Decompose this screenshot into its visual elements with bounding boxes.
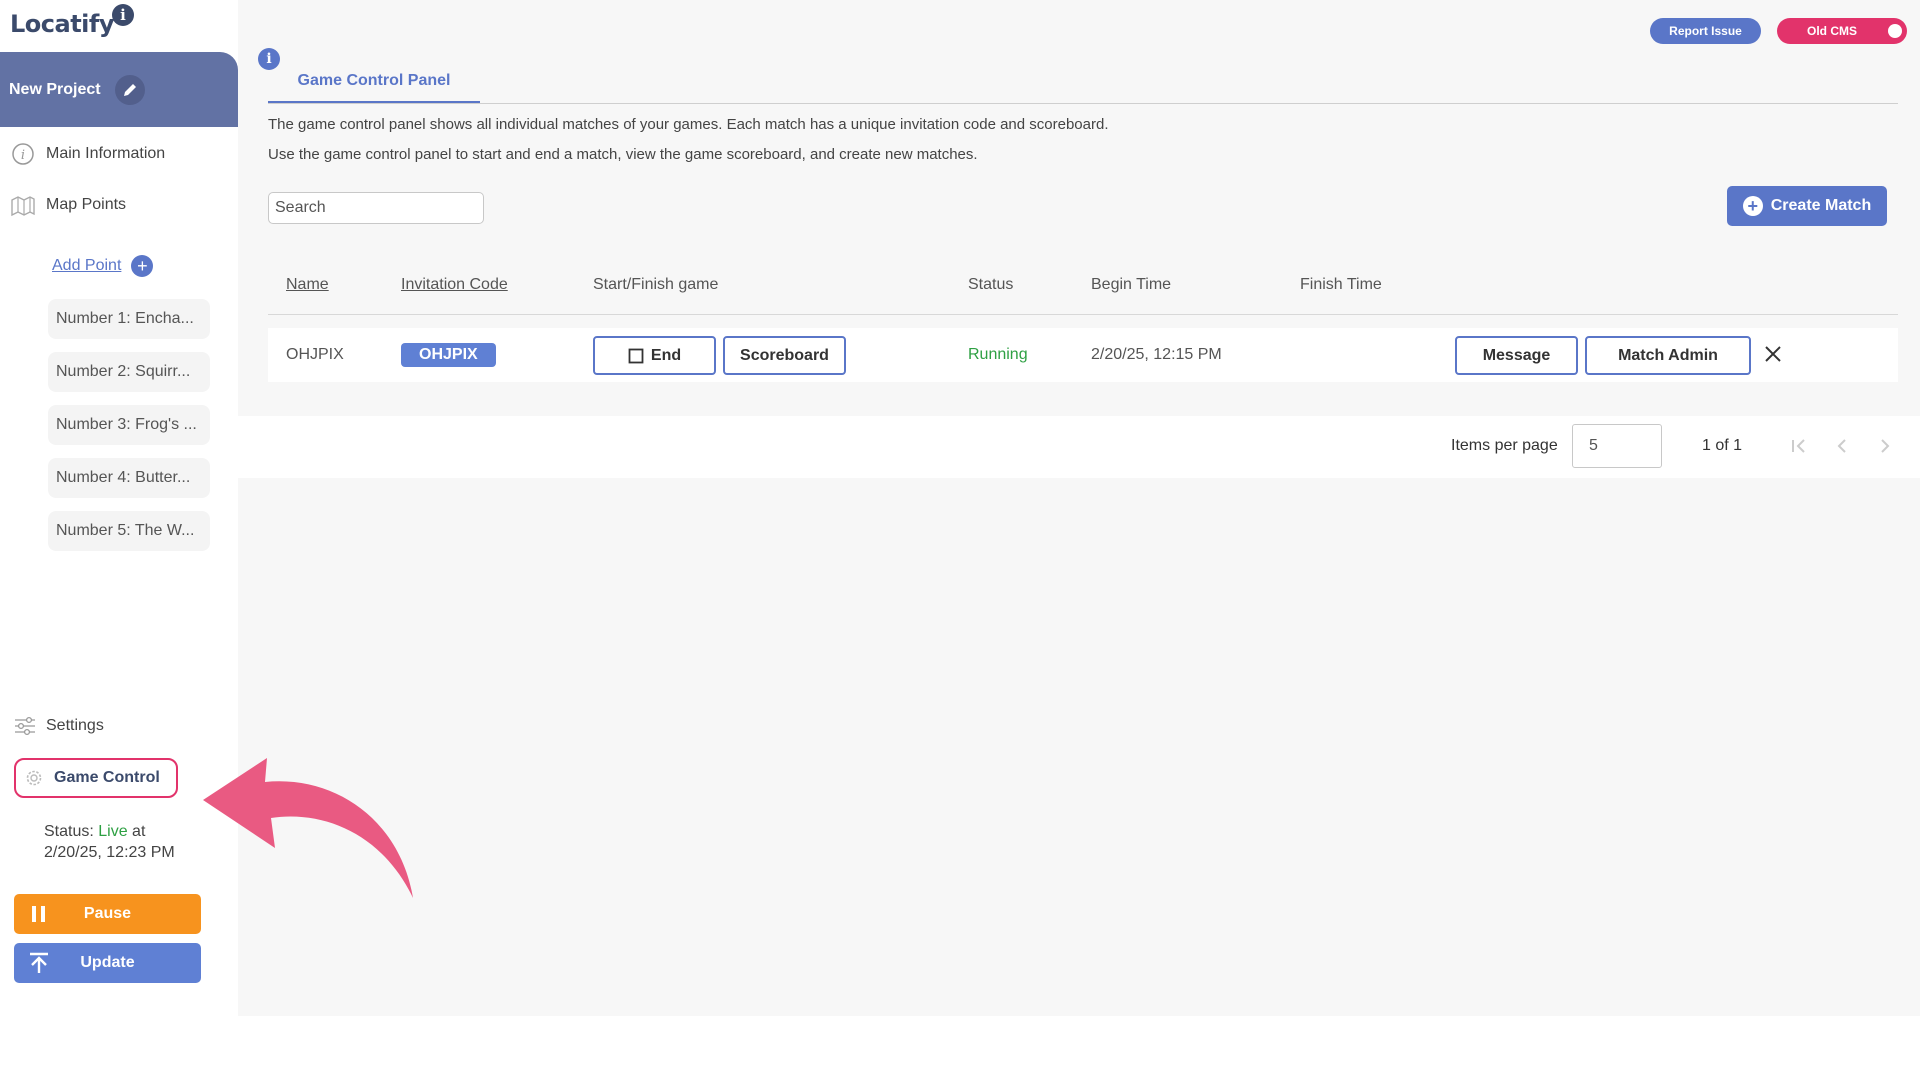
add-point-row: Add Point + <box>52 255 154 277</box>
table-row: OHJPIX OHJPIX End Scoreboard Running 2/2… <box>268 328 1898 382</box>
add-point-link[interactable]: Add Point <box>52 257 121 275</box>
sidebar-item-label: Map Points <box>46 196 127 213</box>
search-input[interactable] <box>268 192 484 224</box>
sidebar-item-game-control[interactable]: Game Control <box>14 758 178 798</box>
previous-page-icon[interactable] <box>1830 434 1854 458</box>
tab-game-control-panel[interactable]: Game Control Panel <box>268 60 480 104</box>
column-header-status: Status <box>968 276 1014 293</box>
create-match-button[interactable]: + Create Match <box>1727 186 1887 226</box>
locatify-logo[interactable]: Locatify i <box>10 4 134 50</box>
column-header-finish-time: Finish Time <box>1300 276 1382 293</box>
old-cms-label: Old CMS <box>1807 24 1857 38</box>
status-prefix: Status: <box>44 823 99 840</box>
status-live: Live <box>98 823 128 840</box>
sidebar-item-label: Main Information <box>46 145 166 162</box>
items-per-page-label: Items per page <box>1451 437 1558 454</box>
end-match-button[interactable]: End <box>593 336 716 375</box>
column-header-invitation-code[interactable]: Invitation Code <box>401 276 508 294</box>
next-page-icon[interactable] <box>1873 434 1897 458</box>
sidebar-item-label: Game Control <box>54 769 160 786</box>
project-header: New Project <box>0 52 238 127</box>
point-item[interactable]: Number 2: Squirr... <box>48 352 210 392</box>
publish-status: Status: Live at 2/20/25, 12:23 PM <box>44 821 194 863</box>
update-button[interactable]: Update <box>14 943 201 983</box>
bottom-margin <box>0 1016 1920 1080</box>
description-line-2: Use the game control panel to start and … <box>268 146 978 163</box>
old-cms-toggle[interactable]: Old CMS <box>1777 18 1907 44</box>
point-item[interactable]: Number 4: Butter... <box>48 458 210 498</box>
sidebar-item-settings[interactable]: Settings <box>14 716 104 736</box>
column-header-start-finish: Start/Finish game <box>593 276 719 293</box>
report-issue-button[interactable]: Report Issue <box>1650 18 1761 44</box>
match-name: OHJPIX <box>286 346 344 363</box>
sliders-icon <box>15 716 35 736</box>
end-label: End <box>650 346 682 364</box>
begin-time: 2/20/25, 12:15 PM <box>1091 346 1222 363</box>
update-label: Update <box>80 954 135 971</box>
page-range-label: 1 of 1 <box>1702 437 1743 454</box>
point-item[interactable]: Number 5: The W... <box>48 511 210 551</box>
add-point-plus-icon[interactable]: + <box>131 255 154 277</box>
project-title: New Project <box>9 80 101 98</box>
column-header-name[interactable]: Name <box>286 276 329 294</box>
status-running: Running <box>968 346 1028 363</box>
pencil-icon <box>123 83 136 96</box>
invitation-code-badge[interactable]: OHJPIX <box>401 343 496 367</box>
sidebar: Locatify i New Project i Main Informatio… <box>0 0 238 1016</box>
upload-icon <box>14 952 64 974</box>
tab-divider <box>268 103 1898 104</box>
point-item[interactable]: Number 1: Encha... <box>48 299 210 339</box>
column-header-begin-time: Begin Time <box>1091 276 1172 293</box>
logo-text: Locatify <box>10 10 115 38</box>
point-item[interactable]: Number 3: Frog's ... <box>48 405 210 445</box>
invitation-code-cell: OHJPIX <box>401 328 496 382</box>
table-header-divider <box>268 314 1898 315</box>
create-match-label: Create Match <box>1770 197 1872 214</box>
message-button[interactable]: Message <box>1455 336 1578 375</box>
sidebar-item-main-information[interactable]: i Main Information <box>10 141 165 167</box>
match-admin-button[interactable]: Match Admin <box>1585 336 1751 375</box>
pause-label: Pause <box>83 905 132 922</box>
plus-circle-icon: + <box>1742 196 1763 216</box>
scoreboard-button[interactable]: Scoreboard <box>723 336 846 375</box>
main-panel: Report Issue Old CMS i Game Control Pane… <box>238 0 1920 1016</box>
map-icon <box>10 192 36 218</box>
report-issue-label: Report Issue <box>1669 24 1742 38</box>
pause-icon <box>14 905 64 923</box>
info-circle-icon: i <box>10 141 36 167</box>
sidebar-item-map-points[interactable]: Map Points <box>10 192 126 218</box>
edit-project-button[interactable] <box>114 74 145 105</box>
pagination-bar: Items per page 5 1 of 1 <box>238 416 1920 478</box>
delete-match-icon[interactable] <box>1761 342 1785 366</box>
toggle-knob <box>1888 24 1902 38</box>
pause-button[interactable]: Pause <box>14 894 201 934</box>
items-per-page-select[interactable]: 5 <box>1572 424 1662 468</box>
svg-text:i: i <box>21 148 25 163</box>
logo-info-icon: i <box>112 4 134 26</box>
sidebar-item-label: Settings <box>46 717 104 734</box>
stop-square-icon <box>628 348 644 363</box>
gear-icon <box>26 770 42 786</box>
description-line-1: The game control panel shows all individ… <box>268 116 1109 133</box>
first-page-icon[interactable] <box>1787 434 1811 458</box>
